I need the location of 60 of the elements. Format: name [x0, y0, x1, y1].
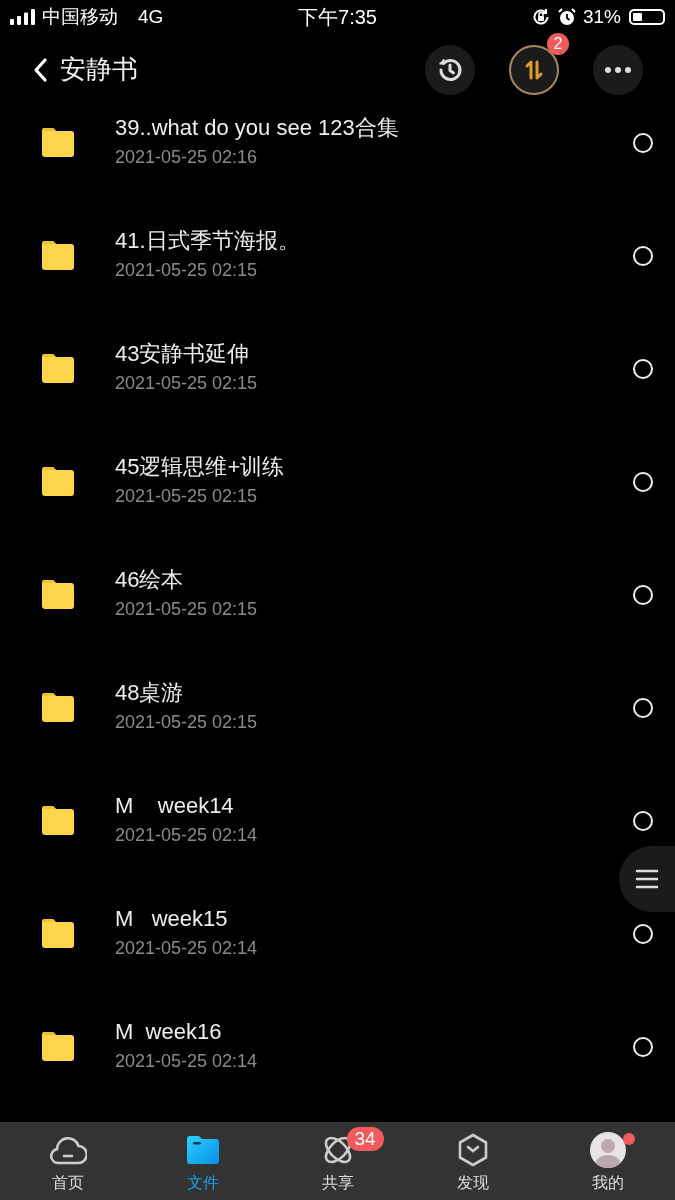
back-button[interactable]: 安静书: [32, 52, 138, 87]
folder-icon: [40, 352, 76, 384]
folder-date: 2021-05-25 02:14: [115, 824, 259, 847]
select-checkbox[interactable]: [633, 472, 653, 492]
folder-icon: [40, 804, 76, 836]
select-checkbox[interactable]: [633, 133, 653, 153]
select-checkbox[interactable]: [633, 585, 653, 605]
folder-icon: [40, 1030, 76, 1062]
folder-icon: [40, 578, 76, 610]
folder-icon: [40, 239, 76, 271]
select-checkbox[interactable]: [633, 246, 653, 266]
folder-date: 2021-05-25 02:15: [115, 372, 259, 395]
tab-item[interactable]: 34 共享: [270, 1122, 405, 1200]
select-checkbox[interactable]: [633, 924, 653, 944]
folder-icon: [40, 917, 76, 949]
folder-date: 2021-05-25 02:15: [115, 598, 259, 621]
network-type: 4G: [138, 6, 164, 28]
folder-name[interactable]: 39..what do you see 123合集: [115, 113, 633, 143]
tab-item[interactable]: 我的: [540, 1122, 675, 1200]
folder-name[interactable]: M week16: [115, 1017, 633, 1047]
battery-percentage: 31%: [582, 6, 621, 28]
signal-icon: [10, 9, 36, 25]
select-checkbox[interactable]: [633, 811, 653, 831]
badge-count: 2: [547, 32, 569, 55]
folder-date: 2021-05-25 02:16: [115, 146, 259, 169]
folder-date: 2021-05-25 02:15: [115, 711, 259, 734]
rotation-lock-icon: [530, 7, 551, 27]
more-button[interactable]: [593, 44, 643, 95]
battery-icon: [629, 9, 665, 25]
badge-count: 34: [346, 1126, 384, 1151]
menu-icon: [635, 867, 659, 891]
folder-name[interactable]: M week14: [115, 791, 633, 821]
tab-item[interactable]: 文件: [135, 1122, 270, 1200]
tab-item[interactable]: 发现: [405, 1122, 540, 1200]
alarm-icon: [556, 7, 577, 27]
select-checkbox[interactable]: [633, 1037, 653, 1057]
select-checkbox[interactable]: [633, 698, 653, 718]
more-icon: [604, 65, 632, 74]
folder-date: 2021-05-25 02:15: [115, 485, 259, 508]
folder-name[interactable]: 46绘本: [115, 565, 633, 595]
status-time: 下午7:35: [298, 4, 377, 30]
folder-icon: [185, 1134, 220, 1165]
folder-icon: [40, 691, 76, 723]
folder-name[interactable]: 43安静书延伸: [115, 339, 633, 369]
tab-item[interactable]: 首页: [0, 1122, 135, 1200]
folder-name[interactable]: 41.日式季节海报。: [115, 226, 633, 256]
select-checkbox[interactable]: [633, 359, 653, 379]
folder-name[interactable]: 48桌游: [115, 678, 633, 708]
hexagon-icon: [456, 1132, 489, 1167]
folder-date: 2021-05-25 02:14: [115, 937, 259, 960]
carrier-name: 中国移动: [42, 5, 118, 29]
back-icon: [32, 56, 48, 83]
folder-name[interactable]: 45逻辑思维+训练: [115, 452, 633, 482]
folder-icon: [40, 465, 76, 497]
folder-date: 2021-05-25 02:14: [115, 1050, 259, 1073]
menu-handle[interactable]: [619, 846, 675, 912]
folder-icon: [40, 126, 76, 158]
folder-date: 2021-05-25 02:15: [115, 259, 259, 282]
history-button[interactable]: [425, 44, 475, 95]
folder-name[interactable]: M week15: [115, 904, 633, 934]
